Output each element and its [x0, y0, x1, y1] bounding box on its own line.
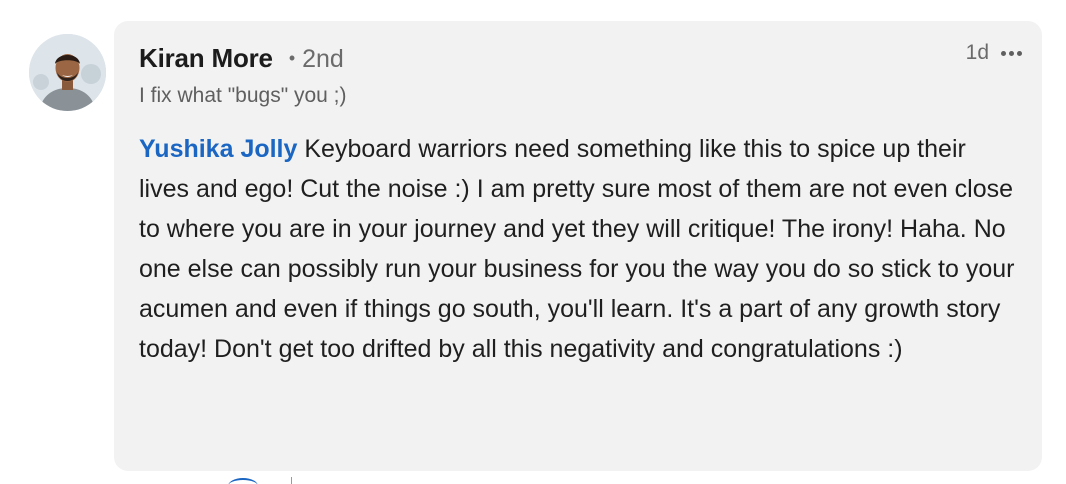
separator-dot: • — [288, 48, 296, 68]
author-headline: I fix what "bugs" you ;) — [139, 84, 347, 107]
comment-card: Kiran More • 2nd I fix what "bugs" you ;)… — [114, 21, 1042, 471]
author-name[interactable]: Kiran More — [139, 43, 273, 74]
profile-photo-icon — [29, 34, 106, 111]
comment-body: Keyboard warriors need something like th… — [139, 135, 1015, 363]
timestamp: 1d — [965, 41, 989, 64]
ellipsis-icon[interactable] — [999, 47, 1024, 60]
author-row: Kiran More • 2nd — [139, 43, 344, 74]
comment-meta: 1d — [966, 41, 1024, 65]
comment-text: Yushika Jolly Keyboard warriors need som… — [139, 129, 1019, 369]
next-avatar-edge — [228, 478, 258, 484]
comments-section: Kiran More • 2nd I fix what "bugs" you ;)… — [0, 0, 1066, 484]
mention-link[interactable]: Yushika Jolly — [139, 135, 297, 163]
connection-degree-label: 2nd — [302, 45, 344, 73]
divider — [291, 477, 292, 484]
connection-degree: • 2nd — [289, 45, 344, 74]
avatar[interactable] — [29, 34, 106, 111]
